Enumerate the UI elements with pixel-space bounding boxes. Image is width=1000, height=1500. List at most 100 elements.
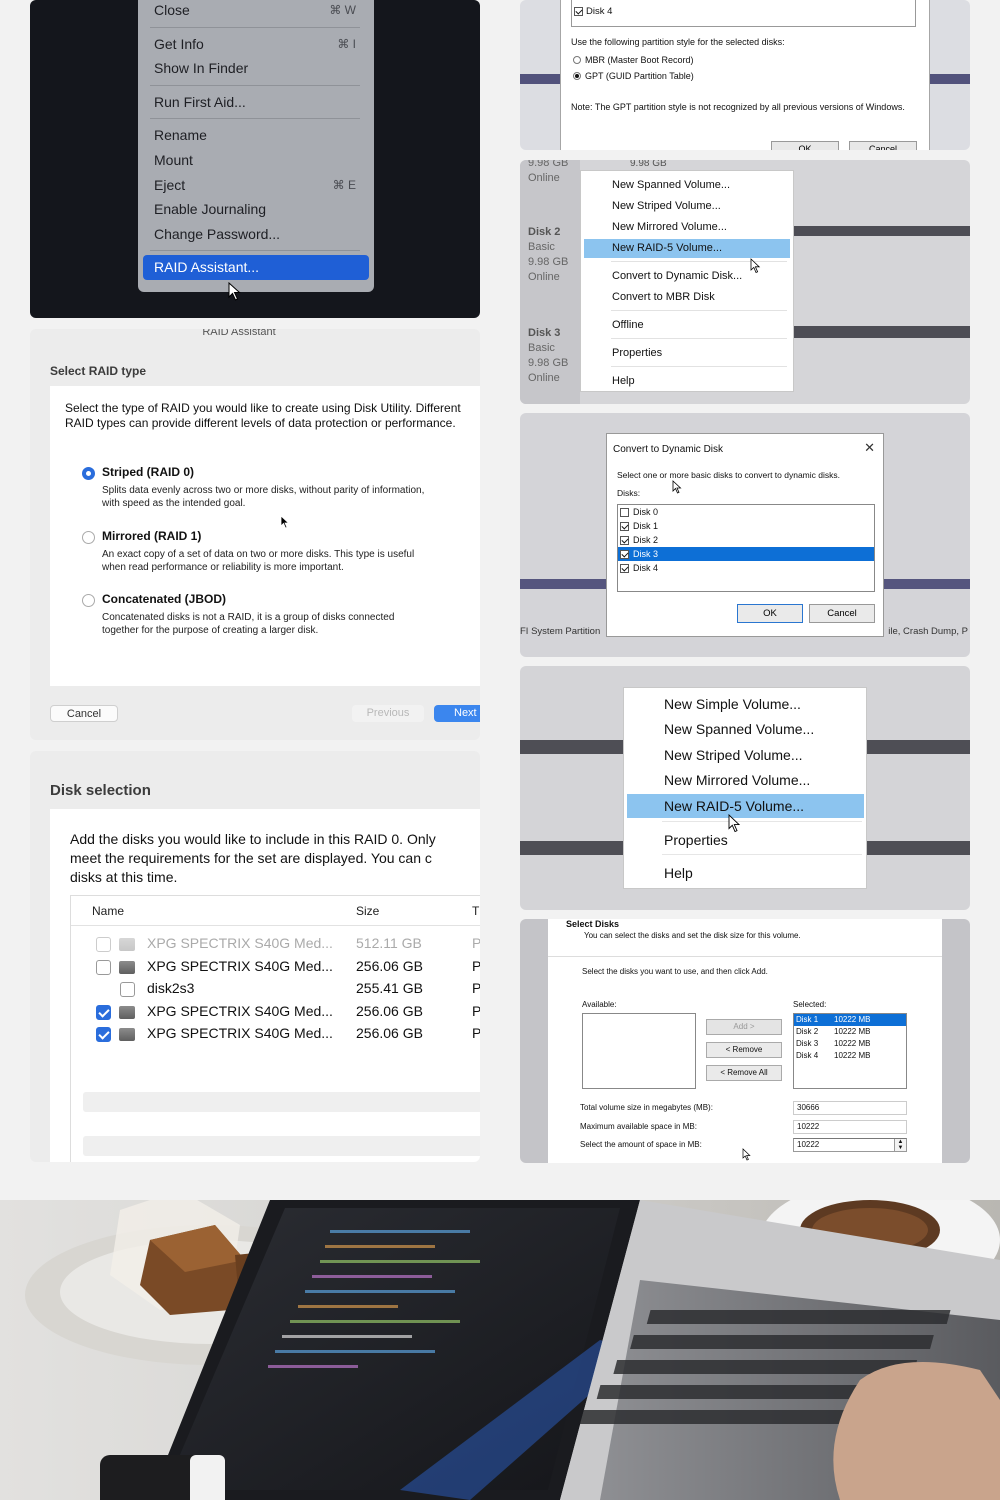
- checkbox[interactable]: [620, 535, 629, 545]
- disk-type: P: [472, 1025, 480, 1041]
- disk-list-item[interactable]: Disk 2: [618, 533, 874, 547]
- menu-item-label: Get Info: [154, 35, 204, 52]
- previous-button[interactable]: Previous: [352, 705, 424, 722]
- menu-item[interactable]: New Spanned Volume...: [627, 717, 864, 741]
- menu-item[interactable]: New Mirrored Volume...: [627, 768, 864, 792]
- amount-stepper[interactable]: 10222 ▲ ▼: [793, 1138, 907, 1152]
- table-row[interactable]: disk2s3 255.41 GB P: [71, 978, 480, 1000]
- table-row[interactable]: XPG SPECTRIX S40G Med... 256.06 GB P: [71, 956, 480, 978]
- selected-list[interactable]: Disk 1 10222 MB Disk 2 10222 MB Disk 3 10222 …: [793, 1013, 907, 1089]
- remove-all-button[interactable]: < Remove All: [706, 1065, 782, 1081]
- disk-checkbox[interactable]: [96, 1004, 111, 1020]
- column-size[interactable]: Size: [356, 904, 379, 918]
- option-concatenated[interactable]: Concatenated (JBOD) Concatenated disks i…: [82, 592, 432, 637]
- menu-item[interactable]: Rename: [138, 123, 374, 148]
- menu-item[interactable]: Run First Aid...: [138, 90, 374, 115]
- menu-item[interactable]: Change Password...: [138, 222, 374, 247]
- menu-item[interactable]: Close ⌘ W: [138, 0, 374, 23]
- mouse-pointer-icon: [742, 1148, 751, 1161]
- remove-button[interactable]: < Remove: [706, 1042, 782, 1058]
- disk-list-item[interactable]: Disk 1: [618, 519, 874, 533]
- dialog-message: Select one or more basic disks to conver…: [617, 470, 840, 480]
- intro-line: disks at this time.: [70, 869, 178, 885]
- menu-item[interactable]: Get Info ⌘ I: [138, 32, 374, 57]
- next-button[interactable]: Next: [434, 705, 480, 722]
- gpt-option[interactable]: GPT (GUID Partition Table): [573, 71, 694, 81]
- spinner-arrows-icon[interactable]: ▲ ▼: [894, 1139, 906, 1151]
- option-striped[interactable]: Striped (RAID 0) Splits data evenly acro…: [82, 465, 432, 510]
- list-item[interactable]: Disk 1 10222 MB: [794, 1014, 906, 1026]
- menu-item[interactable]: Convert to MBR Disk: [584, 288, 790, 307]
- cancel-button[interactable]: Cancel: [849, 141, 917, 150]
- mirrored-radio[interactable]: [82, 531, 95, 544]
- drive-icon: [119, 1005, 135, 1019]
- disk-list-item[interactable]: Disk 4: [618, 561, 874, 575]
- disk-selection-panel: Disk selection Add the disks you would l…: [30, 751, 480, 1162]
- list-item[interactable]: Disk 4 10222 MB: [794, 1050, 906, 1062]
- menu-item[interactable]: Offline: [584, 316, 790, 335]
- menu-item[interactable]: Eject ⌘ E: [138, 173, 374, 198]
- menu-item[interactable]: Show In Finder: [138, 56, 374, 81]
- checkbox[interactable]: [620, 549, 629, 559]
- concatenated-radio[interactable]: [82, 594, 95, 607]
- menu-item[interactable]: Mount: [138, 148, 374, 173]
- list-item[interactable]: Disk 2 10222 MB: [794, 1026, 906, 1038]
- dialog-title: Select Disks: [566, 919, 620, 929]
- partition-prompt: Use the following partition style for th…: [571, 37, 785, 47]
- checkbox[interactable]: [620, 507, 629, 517]
- option-mirrored[interactable]: Mirrored (RAID 1) An exact copy of a set…: [82, 529, 432, 574]
- cancel-button[interactable]: Cancel: [809, 604, 875, 623]
- disk-type: P: [472, 1002, 480, 1019]
- checkbox[interactable]: [574, 7, 583, 16]
- disk-name: Disk 2: [796, 1027, 819, 1036]
- mouse-pointer-icon: [750, 258, 761, 274]
- menu-item[interactable]: New Striped Volume...: [584, 197, 790, 216]
- disk-list-item[interactable]: Disk 4: [574, 6, 612, 17]
- disk-checkbox[interactable]: [96, 1027, 111, 1042]
- ok-button[interactable]: OK: [771, 141, 839, 150]
- disk-status: Online: [528, 172, 560, 184]
- menu-item[interactable]: New Simple Volume...: [627, 692, 864, 716]
- disk-list-item[interactable]: Disk 3: [618, 547, 874, 561]
- close-icon[interactable]: ✕: [864, 440, 875, 456]
- list-item[interactable]: Disk 3 10222 MB: [794, 1038, 906, 1050]
- table-row[interactable]: XPG SPECTRIX S40G Med... 256.06 GB P: [71, 1001, 480, 1023]
- menu-item[interactable]: New Spanned Volume...: [584, 176, 790, 195]
- disk-list[interactable]: Disk 4: [571, 0, 916, 27]
- menu-item[interactable]: Help: [627, 861, 864, 885]
- column-name[interactable]: Name: [92, 904, 124, 918]
- gpt-radio[interactable]: [573, 72, 581, 80]
- menu-item[interactable]: RAID Assistant...: [143, 255, 369, 280]
- disk-checkbox[interactable]: [120, 982, 135, 997]
- disk-list-item[interactable]: Disk 0: [618, 505, 874, 519]
- menu-item-label: Run First Aid...: [154, 93, 246, 110]
- menu-item[interactable]: Properties: [584, 344, 790, 363]
- amount-value[interactable]: 10222: [797, 1140, 819, 1149]
- disk-checkbox[interactable]: [96, 937, 111, 952]
- table-row[interactable]: XPG SPECTRIX S40G Med... 256.06 GB P: [71, 1023, 480, 1045]
- raid-type-panel: RAID Assistant Select RAID type Select t…: [30, 329, 480, 740]
- checkbox[interactable]: [620, 563, 629, 573]
- menu-item[interactable]: New Striped Volume...: [627, 743, 864, 767]
- mbr-option[interactable]: MBR (Master Boot Record): [573, 55, 694, 65]
- menu-item[interactable]: Properties: [627, 828, 864, 852]
- available-list[interactable]: [582, 1013, 696, 1089]
- ok-button[interactable]: OK: [737, 604, 803, 623]
- disk-checkbox[interactable]: [96, 959, 111, 975]
- menu-item[interactable]: New Mirrored Volume...: [584, 218, 790, 237]
- cancel-button[interactable]: Cancel: [50, 705, 118, 722]
- checkbox[interactable]: [620, 521, 629, 531]
- menu-item[interactable]: Enable Journaling: [138, 197, 374, 222]
- menu-item[interactable]: New RAID-5 Volume...: [627, 794, 864, 818]
- menu-item[interactable]: Help: [584, 372, 790, 391]
- option-desc: Concatenated disks is not a RAID, it is …: [102, 612, 395, 636]
- raid-intro: Select the type of RAID you would like t…: [65, 401, 461, 430]
- menu-item[interactable]: New RAID-5 Volume...: [584, 239, 790, 258]
- table-row[interactable]: XPG SPECTRIX S40G Med... 512.11 GB P: [71, 933, 480, 955]
- disk-checklist[interactable]: Disk 0 Disk 1 Disk 2 Disk 3 Disk 4: [617, 504, 875, 592]
- mbr-radio[interactable]: [573, 56, 581, 64]
- striped-radio[interactable]: [82, 467, 95, 480]
- add-button[interactable]: Add >: [706, 1019, 782, 1035]
- disk-size: 9.98 GB: [528, 357, 569, 369]
- column-type[interactable]: T: [472, 904, 479, 918]
